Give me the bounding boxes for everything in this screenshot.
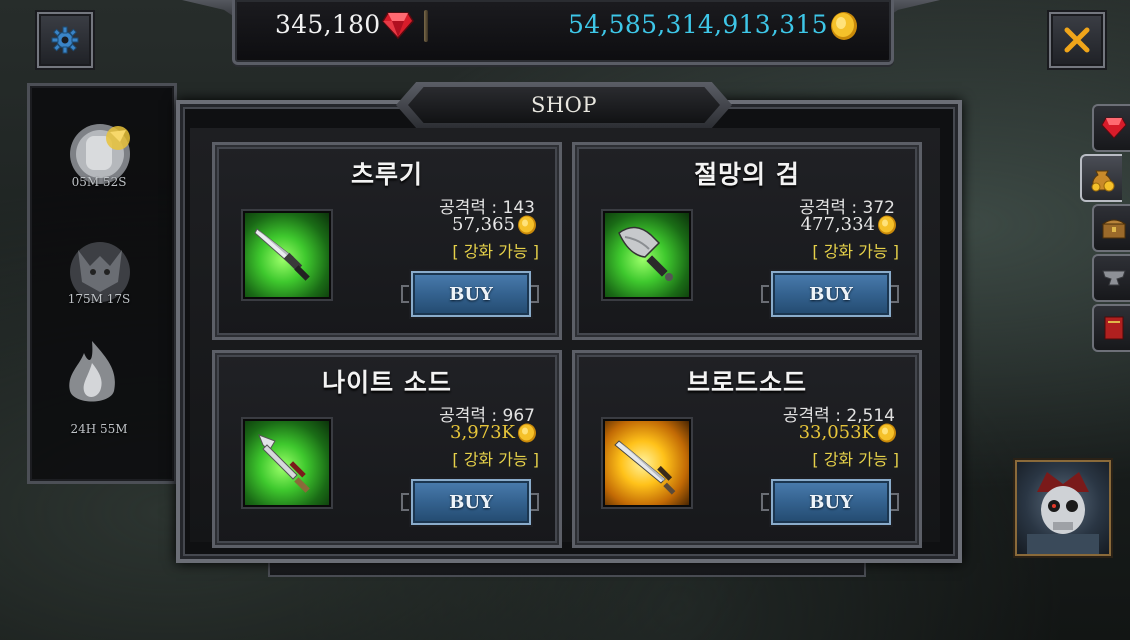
buy-button[interactable]: BUY bbox=[411, 479, 531, 525]
red-gem-icon bbox=[382, 12, 414, 39]
broadsword-icon bbox=[614, 440, 676, 495]
hero-portrait[interactable] bbox=[1015, 460, 1111, 556]
item-image bbox=[243, 419, 331, 507]
item-price: 57,365 bbox=[452, 214, 515, 235]
item-price-row: 3,973K bbox=[450, 422, 537, 443]
buy-button-wrap: BUY bbox=[401, 475, 539, 527]
side-tab-gems[interactable] bbox=[1092, 104, 1130, 152]
bracket-right bbox=[891, 285, 899, 303]
buy-button-wrap: BUY bbox=[761, 267, 899, 319]
gold-coin-icon bbox=[878, 423, 896, 442]
flame-spirit-icon[interactable] bbox=[52, 335, 132, 415]
side-tab-anvil[interactable] bbox=[1092, 254, 1130, 302]
item-image bbox=[603, 211, 691, 299]
item-price: 3,973K bbox=[450, 422, 515, 443]
skull-warrior-icon bbox=[1027, 472, 1099, 554]
item-name: 브로드소드 bbox=[686, 368, 807, 397]
knight-sword-icon bbox=[258, 434, 310, 493]
upgrade-available-label: [ 강화 가능 ] bbox=[452, 450, 539, 469]
shop-item-card: 절망의 검 공격력 : 372 477,334 [ 강화 가능 ] BUY bbox=[572, 142, 922, 340]
item-price-row: 477,334 bbox=[801, 214, 897, 235]
item-price-row: 57,365 bbox=[452, 214, 537, 235]
upgrade-available-label: [ 강화 가능 ] bbox=[452, 242, 539, 261]
chest-tab-icon bbox=[1101, 219, 1127, 239]
settings-button[interactable] bbox=[37, 12, 93, 68]
bracket-left bbox=[401, 493, 409, 511]
gem-count: 345,180 bbox=[275, 10, 381, 39]
shop-item-card: 나이트 소드 공격력 : 967 3,973K [ 강화 가능 ] BUY bbox=[212, 350, 562, 548]
bracket-left bbox=[401, 285, 409, 303]
gold-coin-icon bbox=[878, 215, 896, 234]
shop-item-card: 츠루기 공격력 : 143 57,365 [ 강화 가능 ] BUY bbox=[212, 142, 562, 340]
timer-label: 175M 17S bbox=[67, 292, 131, 306]
timer-label: 05M 52S bbox=[71, 175, 127, 189]
gold-coin-icon bbox=[831, 12, 857, 40]
bracket-left bbox=[761, 285, 769, 303]
upgrade-available-label: [ 강화 가능 ] bbox=[812, 242, 899, 261]
bracket-right bbox=[531, 285, 539, 303]
gem-tab-icon bbox=[1101, 117, 1127, 139]
bracket-right bbox=[531, 493, 539, 511]
close-button[interactable] bbox=[1049, 12, 1105, 68]
timer-label: 24H 55M bbox=[70, 422, 128, 436]
shop-item-card: 브로드소드 공격력 : 2,514 33,053K [ 강화 가능 ] BUY bbox=[572, 350, 922, 548]
item-price: 477,334 bbox=[800, 214, 875, 235]
shop-title-box: SHOP bbox=[408, 87, 720, 123]
buy-button-wrap: BUY bbox=[401, 267, 539, 319]
bracket-right bbox=[891, 493, 899, 511]
buy-button[interactable]: BUY bbox=[771, 271, 891, 317]
dagger-icon bbox=[254, 228, 310, 281]
item-name: 절망의 검 bbox=[694, 160, 800, 189]
side-tab-gold[interactable] bbox=[1080, 154, 1122, 202]
shop-title: SHOP bbox=[530, 93, 598, 117]
buy-button-wrap: BUY bbox=[761, 475, 899, 527]
item-image bbox=[243, 211, 331, 299]
side-tab-book[interactable] bbox=[1092, 304, 1130, 352]
topbar-divider bbox=[424, 10, 428, 42]
anvil-tab-icon bbox=[1102, 270, 1126, 286]
upgrade-available-label: [ 강화 가능 ] bbox=[812, 450, 899, 469]
gold-coin-icon bbox=[518, 423, 536, 442]
buy-button[interactable]: BUY bbox=[411, 271, 531, 317]
buy-button[interactable]: BUY bbox=[771, 479, 891, 525]
item-name: 츠루기 bbox=[350, 160, 423, 189]
side-tab-chest[interactable] bbox=[1092, 204, 1130, 252]
close-icon bbox=[1064, 27, 1090, 53]
book-tab-icon bbox=[1104, 316, 1124, 340]
gold-count: 54,585,314,913,315 bbox=[568, 10, 828, 39]
bracket-left bbox=[761, 493, 769, 511]
cleaver-blade-icon bbox=[618, 226, 673, 281]
item-image bbox=[603, 419, 691, 507]
item-price: 33,053K bbox=[798, 422, 875, 443]
gear-icon bbox=[51, 26, 79, 54]
gold-coin-icon bbox=[518, 215, 536, 234]
item-name: 나이트 소드 bbox=[322, 368, 452, 397]
gold-bag-tab-icon bbox=[1091, 170, 1115, 192]
item-price-row: 33,053K bbox=[799, 422, 897, 443]
